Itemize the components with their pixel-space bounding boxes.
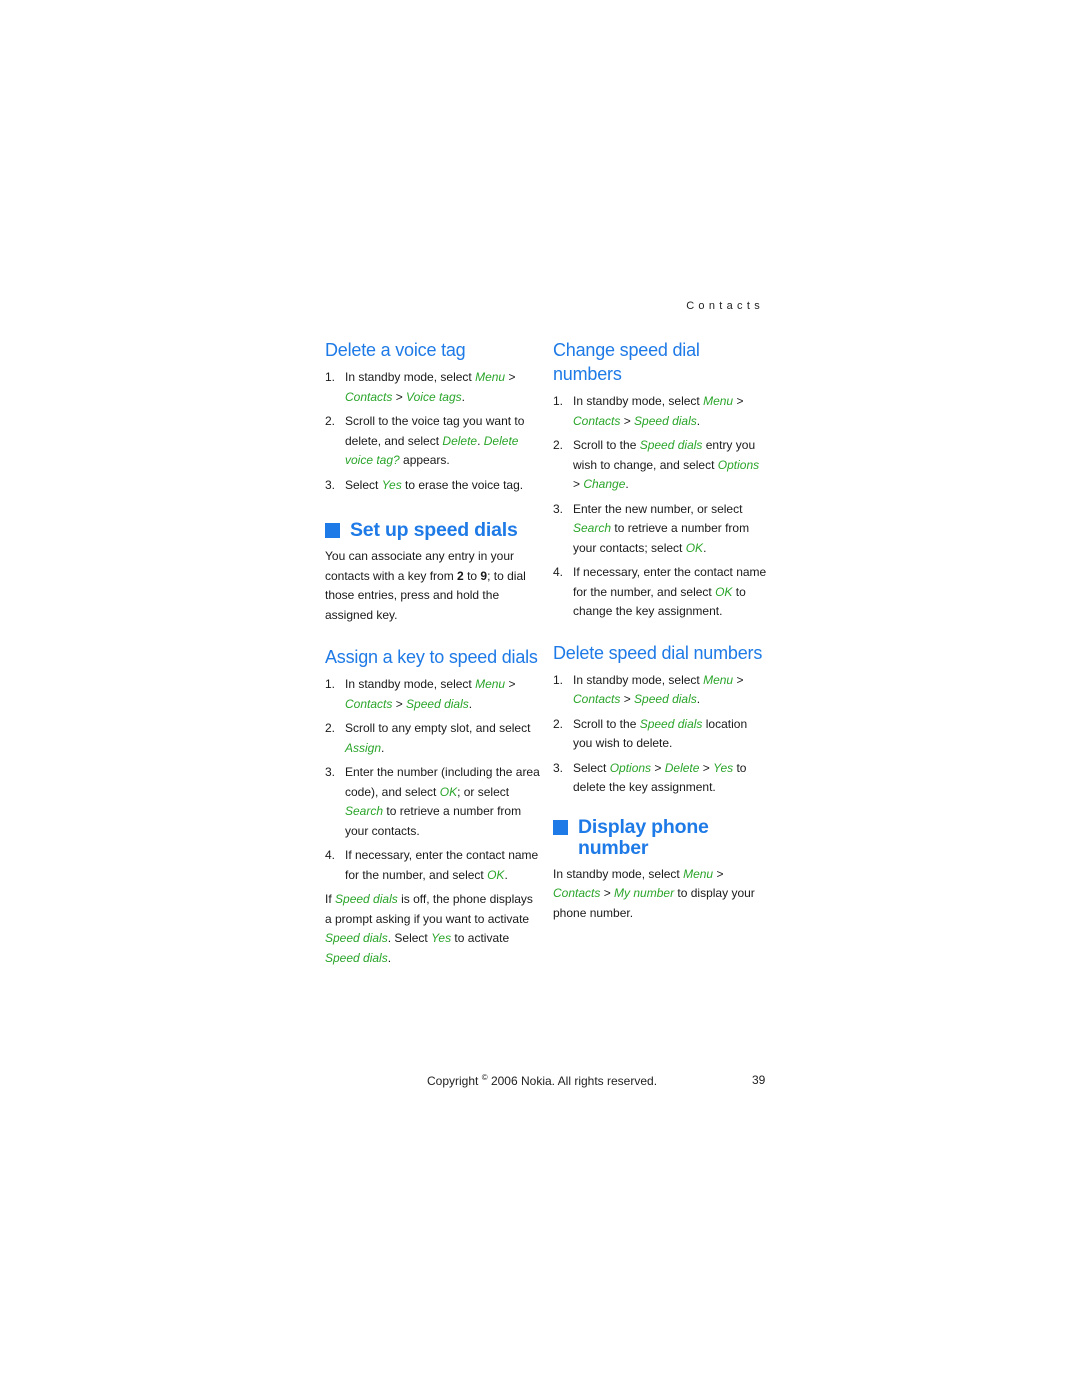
step-item: 4. If necessary, enter the contact name f…: [325, 848, 539, 882]
step-number: 3.: [553, 501, 564, 516]
ui-term: Speed dials: [325, 931, 388, 945]
step-number: 1.: [553, 672, 564, 687]
ui-term: Menu: [683, 866, 714, 881]
right-column: Change speed dial numbers 1. In standby m…: [553, 338, 768, 923]
ui-term: My number: [614, 886, 675, 900]
step-number: 2.: [325, 721, 336, 735]
step-item: 1. In standby mode, select Menu > Contact…: [325, 677, 516, 711]
step-number: 1.: [325, 677, 336, 691]
key-number: 2: [457, 568, 464, 583]
step-number: 3.: [325, 477, 336, 492]
step-number: 2.: [325, 414, 336, 428]
ui-term: Speed dials: [639, 438, 703, 452]
ui-term: Options: [717, 457, 760, 472]
ui-term: Speed dials: [639, 716, 703, 731]
ui-term: Speed dials: [335, 892, 398, 906]
steps-assign-key: 1. In standby mode, select Menu > Contact…: [325, 675, 540, 885]
copyright-text: Copyright: [427, 1074, 482, 1088]
copyright-footer: Copyright © 2006 Nokia. All rights reser…: [427, 1073, 657, 1088]
ui-term: Menu: [703, 394, 734, 408]
step-item: 2. Scroll to the Speed dials location you…: [553, 716, 748, 751]
ui-term: OK: [685, 540, 704, 555]
step-item: 3. Enter the new number, or select Search…: [553, 501, 750, 555]
ui-term: Delete voice tag?: [345, 433, 519, 468]
ui-term: Speed dials: [325, 950, 388, 965]
step-number: 2.: [553, 438, 564, 452]
copyright-text-rest: 2006 Nokia. All rights reserved.: [487, 1074, 658, 1088]
ui-term: Delete: [664, 760, 700, 775]
section-title-line1: Display phone: [578, 815, 709, 838]
heading-assign-key: Assign a key to speed dials: [325, 647, 538, 667]
ui-term: Menu: [475, 370, 506, 384]
step-item: 3. Select Yes to erase the voice tag.: [325, 476, 540, 496]
ui-term: Search: [345, 804, 384, 818]
ui-term: OK: [487, 867, 505, 882]
ui-term: OK: [715, 584, 733, 599]
ui-term: Yes: [431, 931, 452, 945]
step-item: 1. In standby mode, select Menu > Contact…: [553, 394, 744, 428]
page-number: 39: [752, 1073, 766, 1087]
step-item: 2. Scroll to any empty slot, and select A…: [325, 721, 531, 755]
step-number: 4.: [553, 565, 564, 579]
step-item: 2. Scroll to the voice tag you want to de…: [325, 414, 525, 468]
steps-change-speed-dial: 1. In standby mode, select Menu > Contact…: [553, 392, 768, 622]
ui-term: Change: [583, 477, 626, 491]
steps-delete-voice-tag: 1. In standby mode, select Menu > Contact…: [325, 368, 540, 495]
step-item: 3. Select Options > Delete > Yes to delet…: [553, 760, 747, 795]
steps-delete-speed-dial: 1. In standby mode, select Menu > Contact…: [553, 671, 768, 798]
step-number: 1.: [325, 370, 336, 384]
heading-delete-speed-dial: Delete speed dial numbers: [553, 642, 763, 663]
ui-term: Assign: [345, 740, 382, 755]
step-item: 4. If necessary, enter the contact name f…: [553, 565, 767, 618]
ui-term: Speed dials: [406, 696, 469, 711]
ui-term: Contacts: [573, 692, 621, 706]
ui-term: Yes: [713, 760, 734, 775]
ui-term: Contacts: [573, 413, 621, 428]
paragraph-display-number: In standby mode, select Menu > Contacts …: [553, 866, 755, 920]
paragraph-speed-dials-note: If Speed dials is off, the phone display…: [325, 892, 533, 965]
step-item: 1. In standby mode, select Menu > Contact…: [553, 672, 744, 707]
heading-change-speed-dial: Change speed dial numbers: [553, 340, 700, 384]
ui-term: Menu: [703, 672, 734, 687]
manual-page: Contacts Delete a voice tag 1. In standby…: [0, 0, 1080, 1397]
ui-term: OK: [439, 784, 458, 799]
key-number: 9: [480, 568, 488, 583]
ui-term: Contacts: [553, 886, 601, 900]
ui-term: Options: [609, 760, 652, 775]
ui-term: Menu: [475, 677, 506, 691]
step-number: 2.: [553, 716, 564, 731]
ui-term: Delete: [442, 433, 478, 448]
section-title-line2: number: [578, 836, 649, 859]
ui-term: Search: [573, 521, 612, 535]
left-column: Delete a voice tag 1. In standby mode, se…: [325, 338, 540, 968]
section-square-icon: [325, 523, 340, 538]
ui-term: Contacts: [345, 389, 393, 404]
running-head: Contacts: [686, 300, 764, 312]
section-square-icon: [553, 819, 568, 835]
section-title-text: Set up speed dials: [350, 519, 518, 541]
step-number: 3.: [553, 760, 564, 775]
ui-term: Speed dials: [634, 413, 697, 428]
ui-term: Contacts: [345, 696, 393, 711]
step-item: 2. Scroll to the Speed dials entry you wi…: [553, 438, 760, 491]
step-number: 1.: [553, 394, 564, 408]
step-number: 4.: [325, 848, 336, 862]
heading-delete-voice-tag: Delete a voice tag: [325, 340, 466, 360]
section-heading-display-phone-number: Display phone number: [553, 815, 768, 859]
step-number: 3.: [325, 765, 336, 779]
ui-term: Yes: [381, 477, 402, 492]
step-item: 1. In standby mode, select Menu > Contact…: [325, 370, 516, 404]
section-heading-set-up-speed-dials: Set up speed dials: [325, 520, 540, 541]
step-item: 3. Enter the number (including the area c…: [325, 765, 540, 838]
paragraph-speed-dials-intro: You can associate any entry in your cont…: [325, 549, 526, 622]
ui-term: Voice tags: [406, 389, 462, 404]
ui-term: Speed dials: [634, 692, 697, 706]
